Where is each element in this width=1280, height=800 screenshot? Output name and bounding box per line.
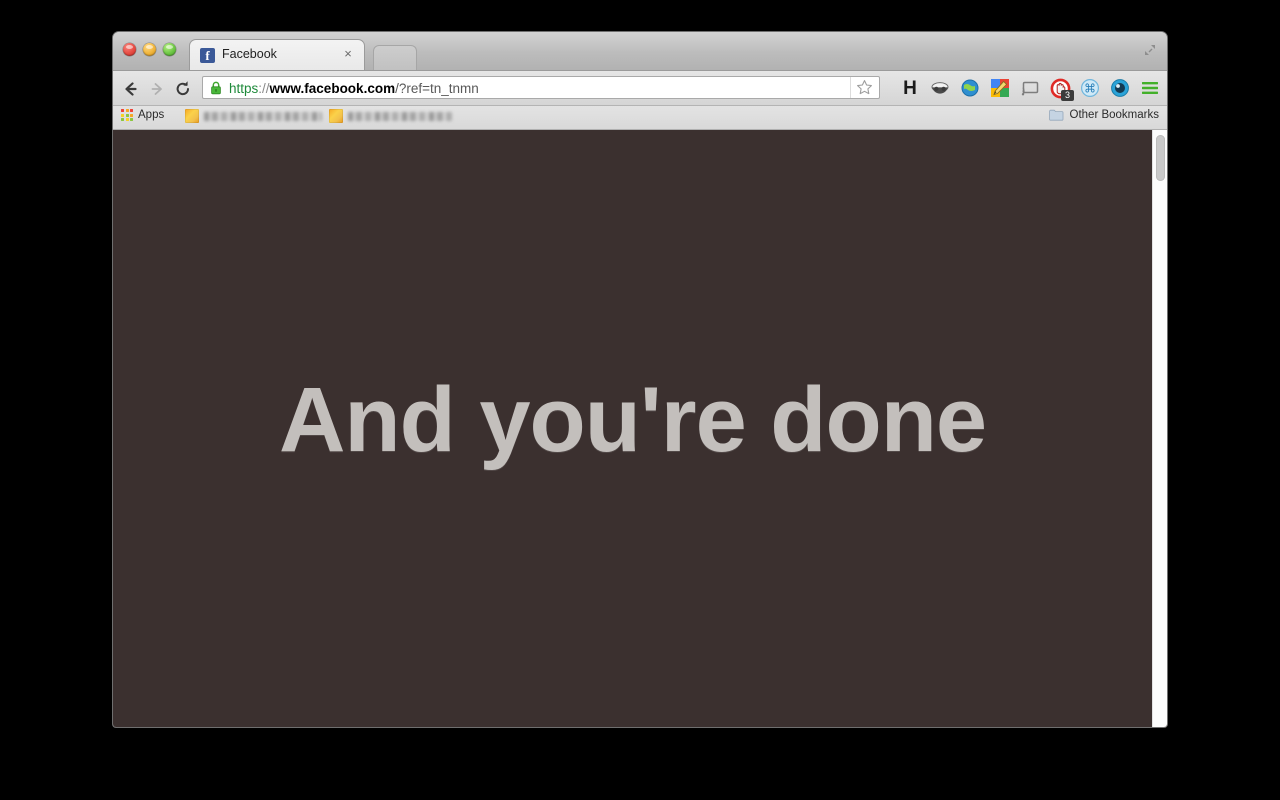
close-button[interactable] (123, 43, 136, 56)
incognito-mask-icon[interactable] (929, 77, 951, 99)
google-keep-pencil-icon[interactable] (989, 77, 1011, 99)
bookmark-favicon-icon (329, 109, 343, 123)
bookmark-label-redacted (348, 111, 452, 121)
vertical-scrollbar[interactable] (1152, 130, 1167, 727)
tab-title: Facebook (222, 47, 277, 61)
minimize-button[interactable] (143, 43, 156, 56)
zoom-button[interactable] (163, 43, 176, 56)
scrollbar-thumb[interactable] (1156, 135, 1165, 181)
bookmark-item[interactable] (329, 109, 452, 123)
chrome-menu-icon[interactable] (1139, 77, 1161, 99)
adblock-hand-icon[interactable]: 3 (1049, 77, 1074, 101)
command-key-icon[interactable]: ⌘ (1079, 77, 1101, 99)
tab-close-icon[interactable]: × (341, 47, 355, 61)
blue-circle-icon[interactable] (1109, 77, 1131, 99)
globe-icon[interactable] (959, 77, 981, 99)
browser-window: f Facebook × https://www.facebook.com/?r… (113, 32, 1167, 727)
facebook-favicon-icon: f (200, 48, 215, 63)
svg-text:⌘: ⌘ (1084, 81, 1096, 95)
tab-strip: f Facebook × (113, 32, 1167, 71)
url-separator: :// (258, 81, 270, 96)
adblock-badge-count: 3 (1061, 90, 1074, 101)
url-host: www.facebook.com (269, 81, 396, 96)
h-letter-icon[interactable]: H (899, 77, 921, 99)
new-tab-button[interactable] (373, 45, 417, 70)
bookmarks-bar: Apps Other Bookmarks (113, 106, 1167, 130)
url-text: https://www.facebook.com/?ref=tn_tnmn (229, 80, 479, 97)
apps-grid-icon (121, 109, 133, 121)
extension-toolbar: H 3 ⌘ (899, 75, 1161, 101)
reload-icon[interactable] (173, 79, 193, 99)
url-scheme: https (229, 81, 259, 96)
bookmark-item[interactable] (185, 109, 322, 123)
folder-icon (1048, 109, 1063, 121)
secure-lock-icon (210, 81, 222, 95)
other-bookmarks-label: Other Bookmarks (1069, 109, 1159, 121)
bookmark-label-redacted (204, 111, 322, 121)
page-headline: And you're done (278, 369, 987, 471)
cast-screen-icon[interactable] (1019, 77, 1041, 99)
page-viewport: And you're done (113, 130, 1167, 727)
other-bookmarks-folder[interactable]: Other Bookmarks (1048, 109, 1159, 121)
apps-shortcut[interactable]: Apps (121, 109, 164, 121)
forward-arrow-icon (147, 79, 167, 99)
browser-tab-facebook[interactable]: f Facebook × (189, 39, 365, 70)
screen: f Facebook × https://www.facebook.com/?r… (0, 0, 1280, 800)
fullscreen-expand-icon[interactable] (1142, 42, 1158, 58)
bookmark-favicon-icon (185, 109, 199, 123)
window-controls (123, 43, 176, 56)
apps-label: Apps (138, 109, 165, 121)
address-bar[interactable]: https://www.facebook.com/?ref=tn_tnmn (202, 76, 880, 99)
browser-toolbar: https://www.facebook.com/?ref=tn_tnmn H (113, 71, 1167, 106)
url-path: /?ref=tn_tnmn (395, 81, 479, 96)
back-arrow-icon[interactable] (121, 79, 141, 99)
bookmark-star-icon[interactable] (850, 77, 879, 98)
